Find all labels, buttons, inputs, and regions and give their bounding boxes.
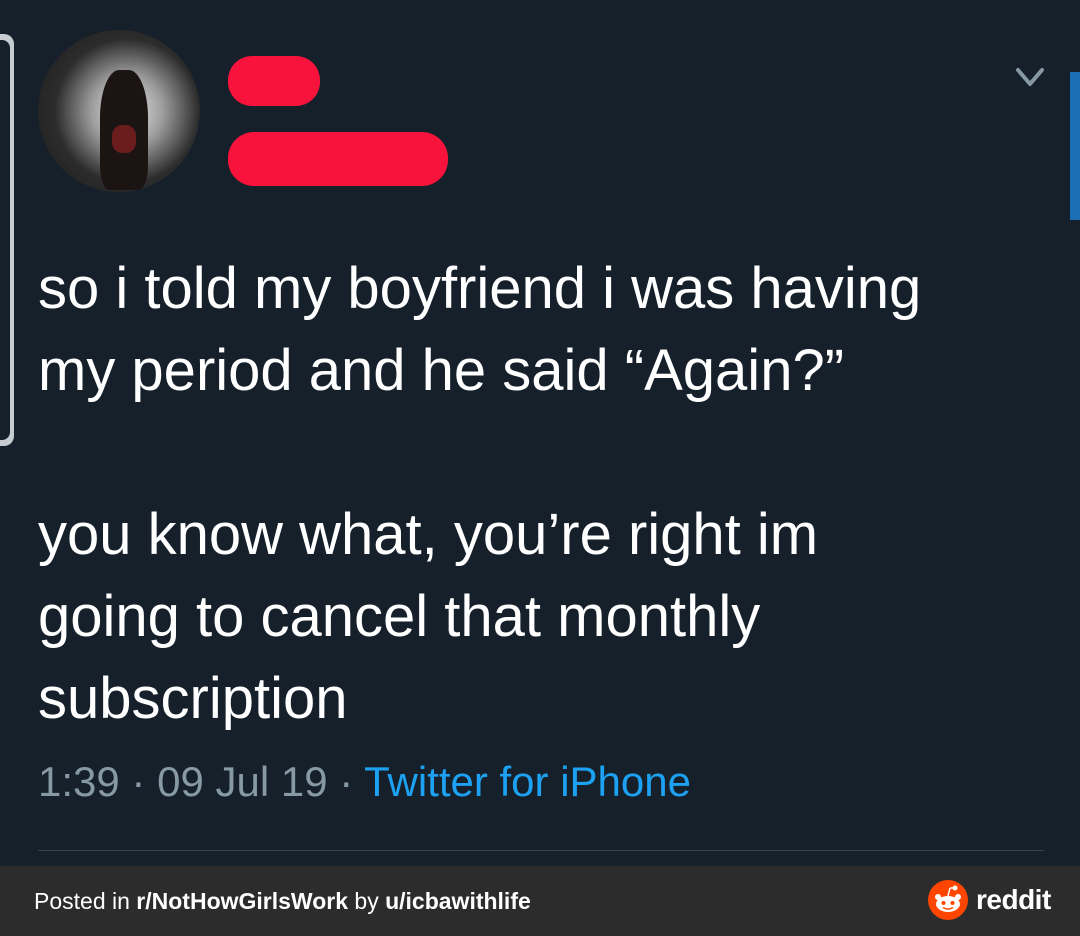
reddit-footer: Posted in r/NotHowGirlsWork by u/icbawit… xyxy=(0,866,1080,936)
reddit-wordmark: reddit xyxy=(976,884,1051,915)
redacted-username xyxy=(228,132,448,186)
separator: · xyxy=(339,758,354,805)
chevron-down-icon xyxy=(1016,68,1044,86)
subreddit-link[interactable]: r/NotHowGirlsWork xyxy=(136,888,348,914)
tweet-source-link[interactable]: Twitter for iPhone xyxy=(364,758,691,805)
divider xyxy=(38,850,1044,851)
tweet-metadata: 1:39 · 09 Jul 19 · Twitter for iPhone xyxy=(38,758,691,806)
reddit-snoo-icon xyxy=(928,880,968,920)
posted-in-label: Posted in xyxy=(34,888,137,914)
tweet-time[interactable]: 1:39 xyxy=(38,758,120,805)
left-edge-panel xyxy=(0,34,14,446)
reddit-logo[interactable]: reddit xyxy=(928,880,1051,920)
username-link[interactable]: u/icbawithlife xyxy=(385,888,531,914)
post-credit: Posted in r/NotHowGirlsWork by u/icbawit… xyxy=(34,888,531,915)
separator: · xyxy=(131,758,146,805)
tweet-text: so i told my boyfriend i was having my p… xyxy=(38,256,922,731)
scroll-indicator[interactable] xyxy=(1070,72,1080,220)
tweet-date[interactable]: 09 Jul 19 xyxy=(157,758,327,805)
by-label: by xyxy=(348,888,386,914)
more-options-button[interactable] xyxy=(1008,58,1052,98)
avatar-figure-accent xyxy=(112,125,136,153)
avatar[interactable] xyxy=(38,30,200,192)
redacted-display-name xyxy=(228,56,320,106)
